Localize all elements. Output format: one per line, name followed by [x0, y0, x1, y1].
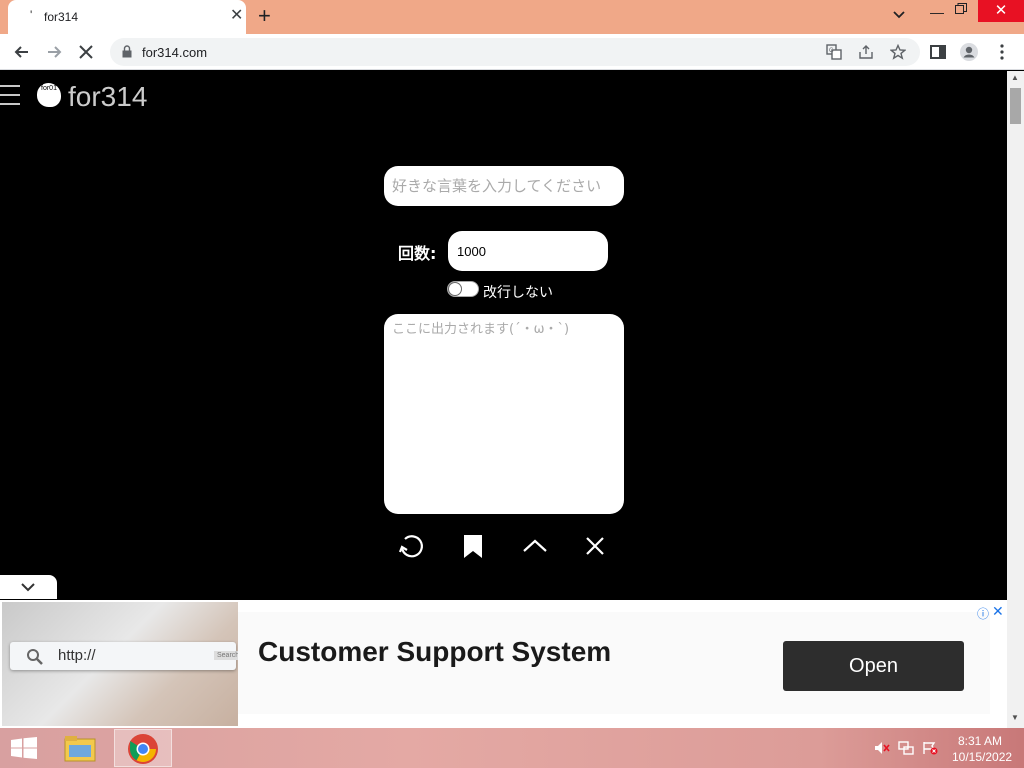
- no-newline-label: 改行しない: [483, 285, 553, 301]
- ad-image-search-bar: http:// Search: [10, 642, 238, 670]
- chevron-down-icon: [21, 583, 35, 592]
- bookmark-star-icon[interactable]: [890, 44, 906, 60]
- address-bar[interactable]: for314.com G: [110, 38, 920, 66]
- output-textarea[interactable]: [384, 314, 624, 514]
- menu-kebab-icon[interactable]: [992, 42, 1012, 62]
- url-text: for314.com: [142, 45, 208, 60]
- tab-close-icon[interactable]: ✕: [230, 7, 243, 25]
- ad-panel[interactable]: Customer Support System Open: [238, 612, 990, 714]
- minimize-button[interactable]: —: [930, 4, 944, 20]
- profile-icon[interactable]: [959, 42, 979, 62]
- ad-image-url-text: http://: [58, 647, 96, 664]
- chevron-up-icon[interactable]: [521, 532, 549, 560]
- site-logo[interactable]: for01: [37, 83, 61, 107]
- chrome-icon: [128, 734, 158, 764]
- ad-image: http:// Search: [2, 602, 238, 726]
- forward-icon[interactable]: [44, 42, 64, 62]
- ad-banner[interactable]: http:// Search Customer Support System O…: [0, 600, 1007, 728]
- windows-start-icon[interactable]: [10, 737, 38, 759]
- logo-text: for01: [41, 85, 57, 92]
- share-icon[interactable]: [858, 44, 874, 60]
- refresh-icon[interactable]: [398, 532, 426, 560]
- ad-image-search-button: Search: [214, 651, 238, 660]
- ad-info-icon[interactable]: ⓘ: [977, 605, 989, 622]
- tab-title: for314: [44, 10, 79, 24]
- scroll-up-arrow-icon[interactable]: ▲: [1011, 73, 1019, 82]
- file-explorer-icon[interactable]: [62, 733, 98, 763]
- count-input[interactable]: [448, 231, 608, 271]
- tab-favicon-icon: ': [30, 8, 33, 22]
- close-icon[interactable]: [581, 532, 609, 560]
- hamburger-menu-icon[interactable]: [0, 85, 20, 107]
- svg-text:G: G: [829, 48, 834, 54]
- bookmark-icon[interactable]: [459, 532, 487, 560]
- network-icon[interactable]: [898, 741, 914, 755]
- ad-close-icon[interactable]: ✕: [992, 603, 1004, 620]
- stop-loading-icon[interactable]: [76, 42, 96, 62]
- site-title[interactable]: for314: [68, 81, 147, 113]
- word-input[interactable]: [384, 166, 624, 206]
- window-close-button[interactable]: ✕: [978, 0, 1024, 22]
- clock-date[interactable]: 10/15/2022: [952, 750, 1012, 764]
- new-tab-button[interactable]: +: [258, 4, 271, 28]
- translate-icon[interactable]: G: [826, 44, 842, 60]
- ad-headline[interactable]: Customer Support System: [258, 636, 611, 668]
- chrome-taskbar-button[interactable]: [114, 729, 172, 767]
- tab-strip: ' for314 ✕ + — ✕: [0, 0, 1024, 34]
- back-icon[interactable]: [12, 42, 32, 62]
- page-content: for01 for314 回数: 改行しない http:// Search Cu…: [0, 71, 1007, 728]
- scroll-down-arrow-icon[interactable]: ▼: [1011, 713, 1019, 722]
- browser-toolbar: for314.com G: [0, 34, 1024, 70]
- tab-for314[interactable]: ' for314 ✕: [8, 0, 246, 34]
- volume-muted-icon[interactable]: [874, 741, 890, 755]
- toggle-knob: [449, 283, 461, 295]
- lock-icon[interactable]: [122, 45, 132, 58]
- taskbar: 8:31 AM 10/15/2022: [0, 728, 1024, 768]
- restore-button[interactable]: [955, 3, 967, 14]
- scroll-thumb[interactable]: [1010, 88, 1021, 124]
- no-newline-toggle[interactable]: [447, 281, 479, 297]
- count-label: 回数:: [398, 244, 437, 263]
- clock-time[interactable]: 8:31 AM: [958, 734, 1002, 748]
- magnifier-icon: [27, 649, 43, 665]
- side-panel-icon[interactable]: [928, 42, 948, 62]
- ad-open-button[interactable]: Open: [783, 641, 964, 691]
- tab-search-icon[interactable]: [891, 7, 907, 23]
- ad-collapse-button[interactable]: [0, 575, 57, 599]
- page-scrollbar[interactable]: ▲ ▼: [1007, 71, 1024, 728]
- action-center-flag-icon[interactable]: [922, 741, 938, 755]
